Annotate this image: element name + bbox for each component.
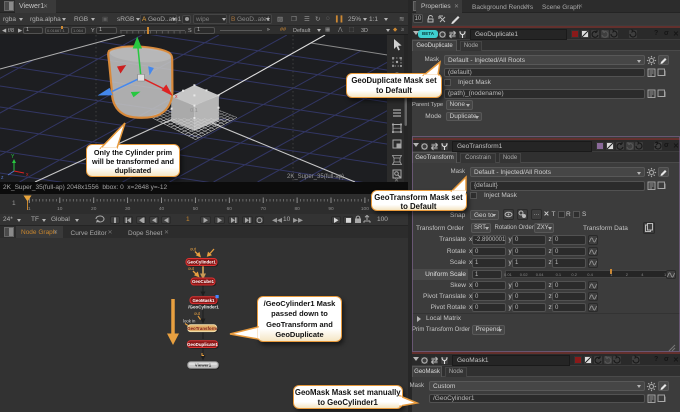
svg-text:80: 80 — [294, 206, 300, 212]
svg-text:90: 90 — [328, 206, 334, 212]
svg-text:1: 1 — [28, 206, 31, 212]
svg-text:GeoTransform: GeoTransform — [187, 326, 217, 331]
svg-text:out: out — [190, 247, 197, 252]
svg-text:70: 70 — [261, 206, 267, 212]
svg-text:look in: look in — [183, 319, 196, 324]
svg-text:GeoCube1: GeoCube1 — [192, 279, 215, 284]
svg-text:GeoDuplicate1: GeoDuplicate1 — [187, 342, 218, 347]
svg-text:10: 10 — [57, 206, 63, 212]
svg-text:out: out — [188, 266, 195, 271]
svg-text:2K_Super_35(full-ap): 2K_Super_35(full-ap) — [287, 174, 344, 180]
svg-text:GeoCylinder1: GeoCylinder1 — [187, 260, 216, 265]
svg-text:0.1: 0.1 — [190, 108, 198, 114]
svg-text:100: 100 — [361, 206, 369, 212]
svg-text:60: 60 — [227, 206, 233, 212]
svg-text:30: 30 — [125, 206, 131, 212]
svg-text:40: 40 — [159, 206, 165, 212]
svg-text:out: out — [194, 311, 201, 316]
svg-text:/GeoCylinder1: /GeoCylinder1 — [188, 305, 219, 310]
svg-text:GeoMask1: GeoMask1 — [193, 298, 216, 303]
svg-text:20: 20 — [91, 206, 97, 212]
svg-text:50: 50 — [193, 206, 199, 212]
svg-text:1: 1 — [12, 200, 16, 207]
